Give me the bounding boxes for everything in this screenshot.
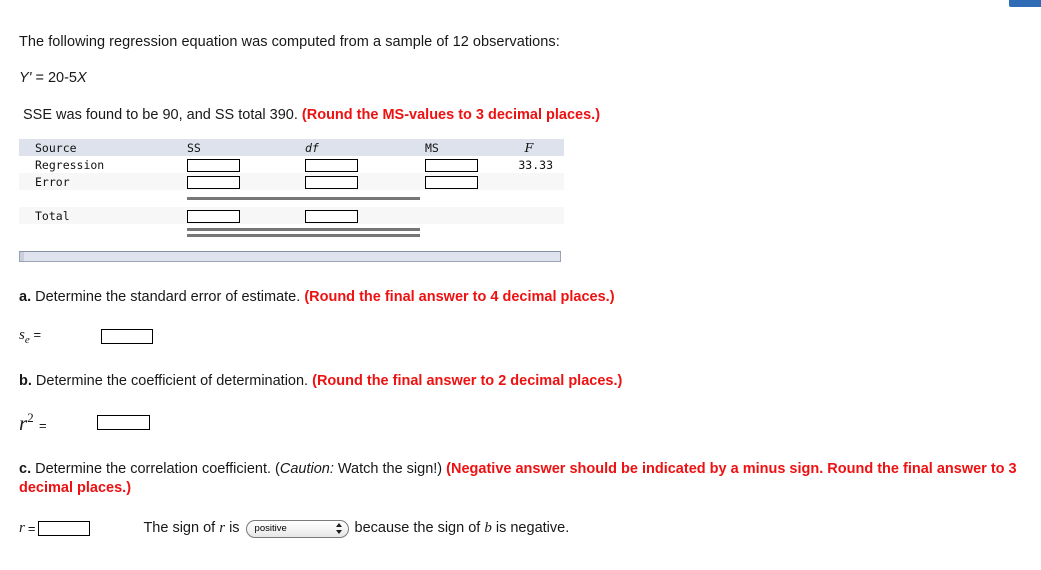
equation-lhs: Y' [19, 70, 32, 87]
error-ms-input[interactable] [425, 175, 478, 189]
part-a-label: a. [19, 289, 32, 306]
stepper-arrows-icon[interactable] [335, 523, 342, 534]
part-c-block: c. Determine the correlation coefficient… [19, 460, 1019, 538]
table-row: Total [19, 207, 564, 225]
equation-operator: = 20-5 [31, 70, 77, 87]
rule-spacer-source [19, 190, 187, 207]
r-input[interactable] [38, 521, 91, 536]
horizontal-scrollbar[interactable] [19, 251, 561, 263]
subtotal-rule [187, 190, 425, 207]
header-ms: MS [425, 140, 439, 155]
error-df-input[interactable] [305, 175, 358, 189]
part-b-answer-row: r2 = [19, 411, 1019, 434]
header-source: Source [35, 140, 77, 155]
regression-ss-cell [187, 156, 305, 173]
r-symbol: r [19, 520, 25, 536]
header-df: df [305, 140, 319, 155]
sentence-part-3: because the sign of [354, 520, 485, 536]
sse-statement: SSE was found to be 90, and SS total 390… [23, 107, 1019, 123]
part-a-answer-row: se = [19, 327, 1019, 346]
total-f-cell [510, 207, 564, 224]
sign-select[interactable]: positive [245, 519, 349, 538]
anova-table: Source SS df MS F Regression 33.33 Error [19, 139, 564, 242]
part-a-note: (Round the final answer to 4 decimal pla… [304, 289, 615, 306]
rule-spacer-f [510, 190, 564, 207]
regression-ss-input[interactable] [187, 158, 240, 172]
part-c-question: c. Determine the correlation coefficient… [19, 460, 1019, 498]
sentence-part-1: The sign of [143, 520, 220, 536]
table-row: Regression 33.33 [19, 156, 564, 174]
regression-equation: Y' = 20-5X [19, 70, 1019, 86]
r-equals: = [27, 521, 36, 536]
rule2-spacer-ms [425, 224, 510, 241]
total-df-input[interactable] [305, 209, 358, 223]
se-equals: = [33, 326, 42, 342]
sentence-part-4: is negative. [491, 520, 570, 536]
equation-variable: X [77, 70, 87, 87]
r-squared-symbol: r2 = [19, 411, 97, 434]
se-symbol: se = [19, 327, 101, 346]
se-subscript: e [24, 333, 30, 346]
error-df-cell [305, 173, 425, 190]
part-c-text-1: Determine the correlation coefficient. ( [31, 460, 280, 477]
header-ss: SS [187, 140, 201, 155]
r2-base: r [19, 410, 28, 435]
part-a-text: Determine the standard error of estimate… [31, 289, 305, 306]
regression-ms-input[interactable] [425, 158, 478, 172]
row-label-error: Error [35, 174, 70, 189]
part-c-label: c. [19, 460, 32, 477]
problem-intro: The following regression equation was co… [19, 34, 560, 50]
scrollbar-thumb[interactable] [20, 252, 24, 262]
regression-ms-cell [425, 156, 510, 173]
r2-equals: = [38, 417, 47, 433]
sign-select-value: positive [254, 523, 287, 534]
header-f: F [524, 140, 534, 156]
regression-df-input[interactable] [305, 158, 358, 172]
part-c-caution: Caution: [279, 460, 334, 477]
row-label-regression: Regression [35, 157, 105, 172]
rule2-spacer-f [510, 224, 564, 241]
rule-spacer-ms [425, 190, 510, 207]
blue-action-button[interactable] [1009, 0, 1041, 7]
sse-text: SSE was found to be 90, and SS total 390… [23, 107, 302, 124]
part-b-note: (Round the final answer to 2 decimal pla… [312, 372, 623, 389]
grand-total-rule-row [19, 224, 564, 242]
part-c-text-2: Watch the sign!) [333, 460, 447, 477]
sentence-part-2: is [225, 520, 240, 536]
row-label-total: Total [35, 208, 70, 223]
r2-superscript: 2 [27, 409, 34, 425]
rule2-spacer-source [19, 224, 187, 241]
regression-df-cell [305, 156, 425, 173]
total-ms-cell [425, 207, 510, 224]
error-ms-cell [425, 173, 510, 190]
part-b-label: b. [19, 372, 32, 389]
grand-total-rule [187, 224, 425, 241]
subtotal-rule-row [19, 190, 564, 208]
anova-table-container: Source SS df MS F Regression 33.33 Error [19, 139, 564, 263]
total-ss-cell [187, 207, 305, 224]
error-ss-input[interactable] [187, 175, 240, 189]
error-f-value [510, 173, 564, 190]
part-b-question: b. Determine the coefficient of determin… [19, 372, 1019, 391]
part-b-text: Determine the coefficient of determinati… [31, 372, 313, 389]
part-b-block: b. Determine the coefficient of determin… [19, 372, 1019, 434]
error-ss-cell [187, 173, 305, 190]
part-a-block: a. Determine the standard error of estim… [19, 288, 1019, 346]
sign-sentence: The sign of r is [143, 520, 239, 537]
total-ss-input[interactable] [187, 209, 240, 223]
part-a-question: a. Determine the standard error of estim… [19, 288, 1019, 307]
sign-sentence-tail: because the sign of b is negative. [355, 520, 570, 537]
total-df-cell [305, 207, 425, 224]
anova-header-row: Source SS df MS F [19, 139, 564, 157]
sentence-b-symbol: b [484, 520, 492, 536]
r-squared-input[interactable] [97, 414, 150, 430]
part-c-answer-row: r = The sign of r is positive because the… [19, 519, 1019, 538]
se-input[interactable] [101, 328, 153, 344]
sse-rounding-note: (Round the MS-values to 3 decimal places… [301, 107, 601, 124]
problem-content: The following regression equation was co… [19, 33, 1019, 538]
table-row: Error [19, 173, 564, 191]
regression-f-value: 33.33 [518, 157, 553, 172]
